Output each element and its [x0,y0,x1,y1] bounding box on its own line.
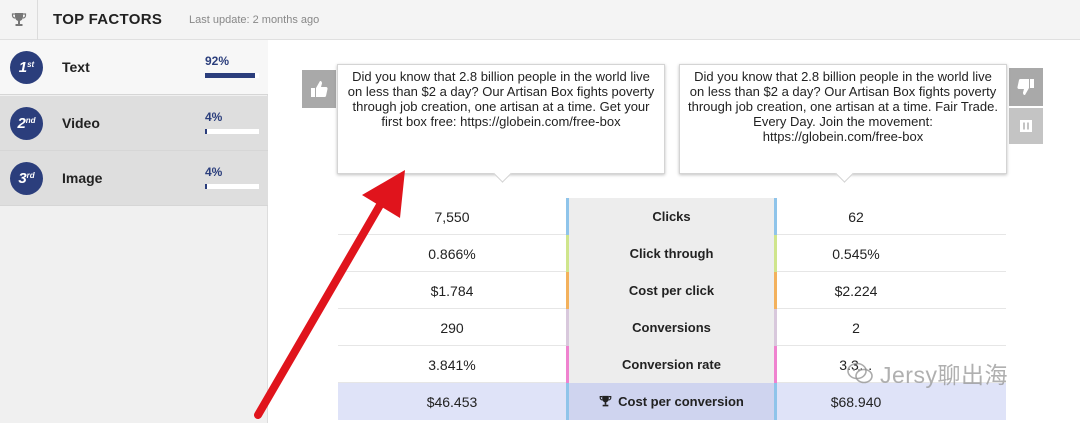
wechat-icon [847,362,873,384]
top-factors-panel: TOP FACTORS Last update: 2 months ago 1s… [0,0,1080,423]
watermark-text: Jersy聊出海 [880,362,1008,388]
watermark: Jersy聊出海 [846,356,1008,390]
